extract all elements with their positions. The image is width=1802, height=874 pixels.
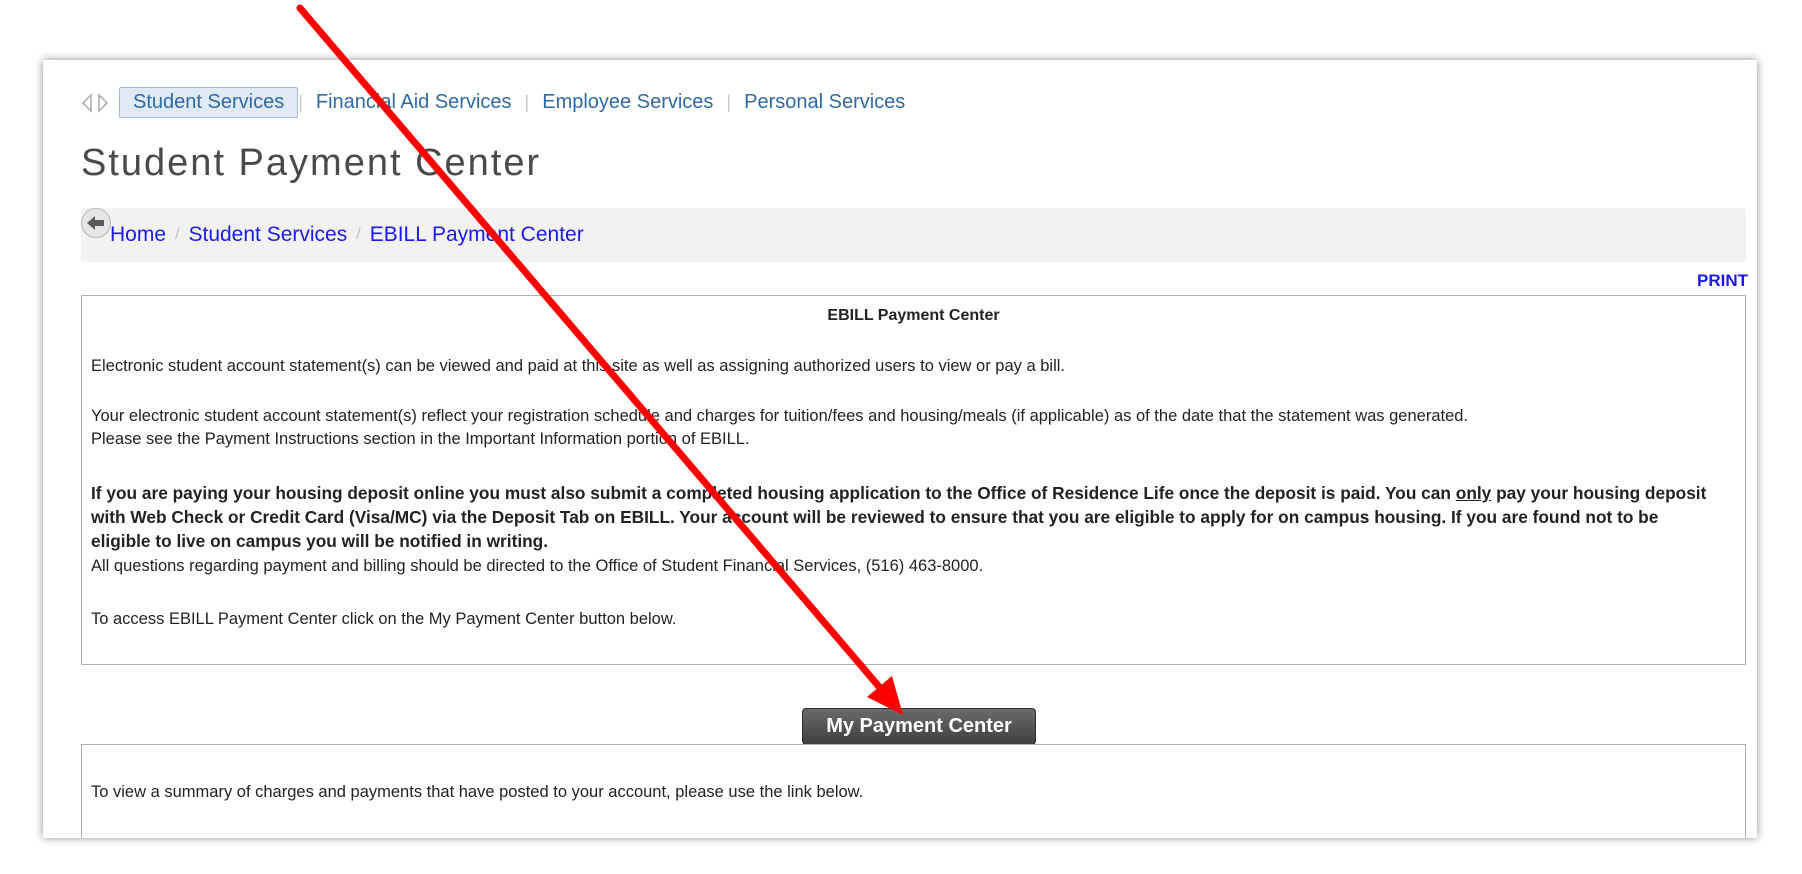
housing-text-before: If you are paying your housing deposit o… — [91, 483, 1456, 503]
statement-line-1: Your electronic student account statemen… — [91, 407, 1469, 425]
breadcrumb-student-services-link[interactable]: Student Services — [188, 223, 347, 247]
breadcrumb: Home / Student Services / EBILL Payment … — [81, 208, 1746, 262]
intro-paragraph: Electronic student account statement(s) … — [91, 357, 1066, 375]
contact-paragraph: All questions regarding payment and bill… — [91, 557, 984, 575]
menu-item-financial-aid-services[interactable]: Financial Aid Services — [303, 88, 525, 117]
housing-only-emphasis: only — [1455, 483, 1492, 503]
summary-text: To view a summary of charges and payment… — [91, 783, 864, 801]
statement-line-2: Please see the Payment Instructions sect… — [91, 430, 750, 448]
back-arrow-icon[interactable] — [81, 208, 111, 238]
print-link[interactable]: PRINT — [1697, 271, 1748, 291]
ebill-info-box: EBILL Payment Center Electronic student … — [81, 295, 1746, 665]
menu-item-personal-services[interactable]: Personal Services — [731, 88, 918, 117]
breadcrumb-separator: / — [356, 226, 361, 243]
menu-scroll-arrows[interactable] — [81, 92, 111, 113]
top-menu: Student Services | Financial Aid Service… — [81, 87, 918, 118]
breadcrumb-links: Home / Student Services / EBILL Payment … — [110, 223, 584, 247]
page-panel: Student Services | Financial Aid Service… — [43, 60, 1757, 838]
housing-deposit-notice: If you are paying your housing deposit o… — [91, 482, 1715, 554]
menu-item-student-services[interactable]: Student Services — [119, 87, 299, 118]
page-title: Student Payment Center — [81, 142, 542, 184]
my-payment-center-button[interactable]: My Payment Center — [802, 708, 1036, 745]
access-instruction: To access EBILL Payment Center click on … — [91, 610, 677, 628]
breadcrumb-ebill-payment-center-link[interactable]: EBILL Payment Center — [370, 223, 584, 247]
summary-box: To view a summary of charges and payment… — [81, 744, 1746, 838]
box-title: EBILL Payment Center — [827, 307, 1000, 324]
statement-paragraph: Your electronic student account statemen… — [91, 405, 1715, 451]
menu-item-employee-services[interactable]: Employee Services — [529, 88, 726, 117]
breadcrumb-separator: / — [175, 226, 180, 243]
breadcrumb-home-link[interactable]: Home — [110, 223, 166, 247]
menu-prev-next-icon[interactable] — [81, 92, 111, 113]
